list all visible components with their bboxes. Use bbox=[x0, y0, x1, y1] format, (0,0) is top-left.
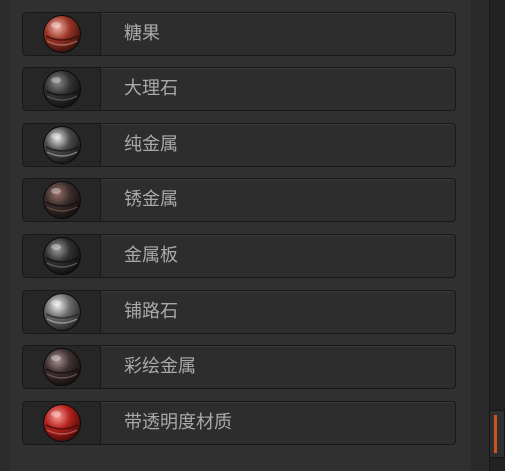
rust-metal-material-sphere-icon bbox=[43, 181, 81, 219]
material-label: 铺路石 bbox=[124, 301, 178, 322]
painted-metal-material-sphere-icon bbox=[43, 348, 81, 386]
material-thumbnail bbox=[23, 179, 101, 221]
material-label: 大理石 bbox=[124, 78, 178, 99]
material-thumbnail bbox=[23, 291, 101, 333]
material-item-pure-metal[interactable]: 纯金属 bbox=[22, 123, 456, 167]
material-thumbnail bbox=[23, 68, 101, 110]
material-item-candy[interactable]: 糖果 bbox=[22, 12, 456, 56]
side-panel-strip bbox=[489, 0, 505, 471]
material-thumbnail bbox=[23, 124, 101, 166]
material-thumbnail bbox=[23, 13, 101, 55]
metal-plate-material-sphere-icon bbox=[43, 237, 81, 275]
material-item-metal-plate[interactable]: 金属板 bbox=[22, 234, 456, 278]
material-label: 彩绘金属 bbox=[124, 356, 196, 377]
material-label: 锈金属 bbox=[124, 189, 178, 210]
material-thumbnail bbox=[23, 402, 101, 444]
transparent-material-sphere-icon bbox=[43, 404, 81, 442]
candy-material-sphere-icon bbox=[43, 15, 81, 53]
material-thumbnail bbox=[23, 346, 101, 388]
material-item-rust-metal[interactable]: 锈金属 bbox=[22, 178, 456, 222]
material-item-painted-metal[interactable]: 彩绘金属 bbox=[22, 345, 456, 389]
material-label: 金属板 bbox=[124, 245, 178, 266]
material-label: 纯金属 bbox=[124, 134, 178, 155]
marble-material-sphere-icon bbox=[43, 70, 81, 108]
scrollbar-track[interactable] bbox=[471, 0, 489, 471]
material-label: 带透明度材质 bbox=[124, 412, 232, 433]
side-tab-accent bbox=[494, 415, 497, 453]
material-item-marble[interactable]: 大理石 bbox=[22, 67, 456, 111]
paving-stone-material-sphere-icon bbox=[43, 293, 81, 331]
pure-metal-material-sphere-icon bbox=[43, 126, 81, 164]
material-list: 糖果 大理石 纯金属 锈金属 金属板 铺路石 彩绘金属 带透明度材质 bbox=[22, 0, 458, 471]
material-label: 糖果 bbox=[124, 23, 160, 44]
side-panel-tab[interactable] bbox=[489, 410, 505, 458]
material-thumbnail bbox=[23, 235, 101, 277]
material-item-transparent[interactable]: 带透明度材质 bbox=[22, 401, 456, 445]
material-item-paving-stone[interactable]: 铺路石 bbox=[22, 290, 456, 334]
